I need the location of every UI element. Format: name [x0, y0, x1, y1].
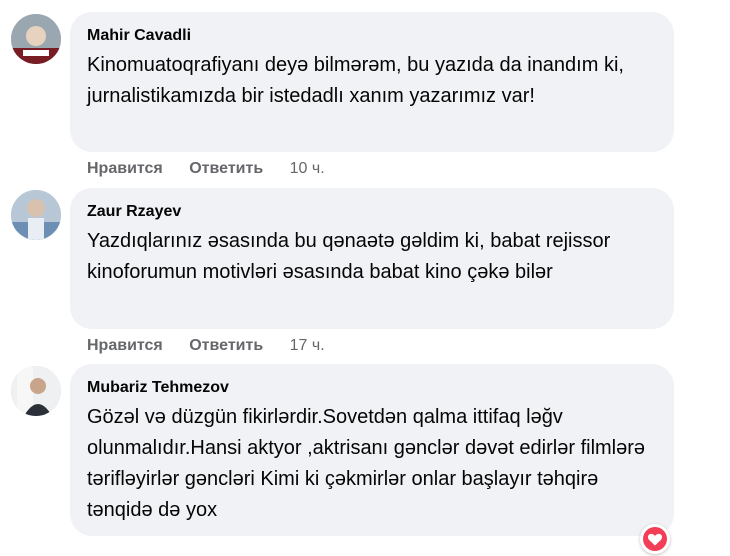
reply-link[interactable]: Ответить: [189, 159, 263, 179]
comment-author[interactable]: Zaur Rzayev: [87, 202, 657, 222]
avatar[interactable]: [11, 14, 61, 64]
avatar[interactable]: [11, 190, 61, 240]
comment-actions: Нравится Ответить 10 ч.: [87, 159, 347, 179]
comment-text: Kinomuatoqrafiyanı deyə bilmərəm, bu yaz…: [87, 54, 624, 107]
comment-time[interactable]: 17 ч.: [290, 336, 325, 356]
comment-author[interactable]: Mahir Cavadli: [87, 26, 657, 46]
comment-text: Gözəl və düzgün fikirlərdir.Sovetdən qal…: [87, 406, 646, 521]
comment-bubble: Zaur Rzayev Yazdıqlarınız əsasında bu qə…: [70, 188, 674, 329]
avatar-image-icon: [11, 190, 61, 240]
avatar-image-icon: [11, 366, 61, 416]
comment-bubble: Mahir Cavadli Kinomuatoqrafiyanı deyə bi…: [70, 12, 674, 152]
avatar[interactable]: [11, 366, 61, 416]
comment-text: Yazdıqlarınız əsasında bu qənaətə gəldim…: [87, 230, 611, 283]
like-link[interactable]: Нравится: [87, 159, 163, 179]
like-link[interactable]: Нравится: [87, 336, 163, 356]
comment-author[interactable]: Mubariz Tehmezov: [87, 378, 657, 398]
avatar-image-icon: [11, 14, 61, 64]
heart-icon: [647, 533, 663, 546]
comment-bubble: Mubariz Tehmezov Gözəl və düzgün fikirlə…: [70, 364, 674, 536]
comment-actions: Нравится Ответить 17 ч.: [87, 336, 347, 356]
reply-link[interactable]: Ответить: [189, 336, 263, 356]
comment-time[interactable]: 10 ч.: [290, 159, 325, 179]
